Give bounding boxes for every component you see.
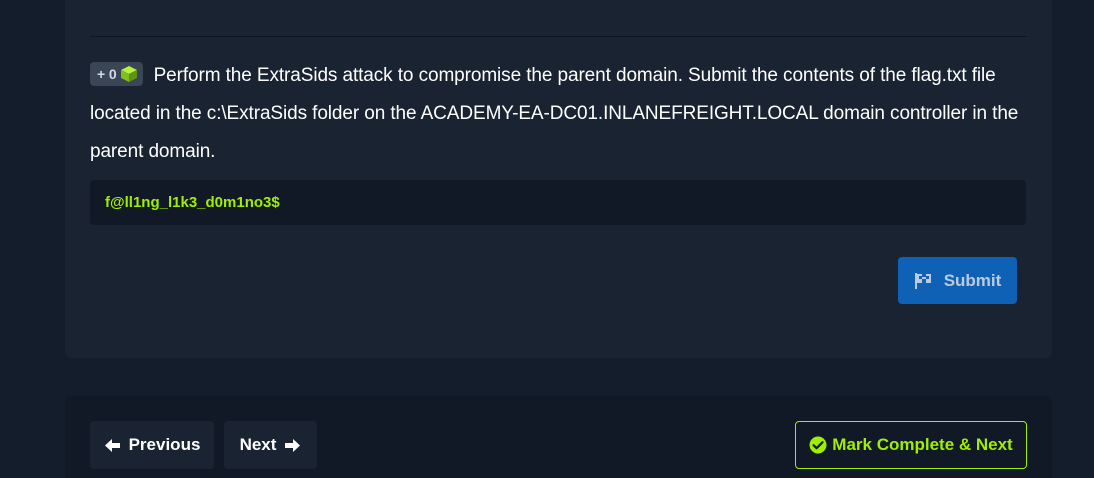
divider [90, 36, 1027, 37]
page: + 0 Perform the ExtraSids attack to comp… [0, 0, 1094, 478]
question-body: Perform the ExtraSids attack to compromi… [90, 65, 1019, 162]
arrow-right-icon [285, 438, 301, 452]
submit-label: Submit [943, 270, 1002, 290]
check-circle-icon [809, 436, 827, 454]
question-card: + 0 Perform the ExtraSids attack to comp… [65, 0, 1052, 358]
arrow-left-icon [104, 438, 120, 452]
submit-button[interactable]: Submit [898, 257, 1017, 304]
cube-icon [120, 66, 137, 82]
previous-button[interactable]: Previous [90, 421, 214, 469]
flag-icon [914, 272, 931, 289]
question-text: + 0 Perform the ExtraSids attack to comp… [90, 57, 1030, 171]
next-button[interactable]: Next [224, 421, 317, 469]
navigation-bar: Previous Next Mark Complete & Next [65, 396, 1052, 478]
previous-label: Previous [128, 435, 201, 454]
answer-input[interactable] [90, 180, 1026, 225]
points-label: + 0 [97, 66, 117, 82]
next-label: Next [239, 435, 277, 454]
points-badge: + 0 [90, 62, 143, 86]
mark-complete-next-button[interactable]: Mark Complete & Next [795, 421, 1027, 469]
mark-complete-label: Mark Complete & Next [832, 435, 1013, 454]
